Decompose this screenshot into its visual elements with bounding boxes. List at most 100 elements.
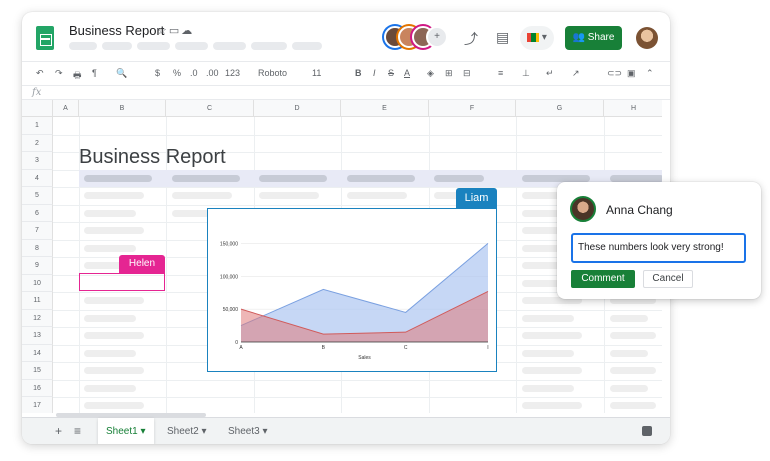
- percent-button[interactable]: %: [173, 68, 181, 78]
- account-avatar[interactable]: [636, 27, 658, 49]
- menu-edit[interactable]: [102, 42, 132, 50]
- cell-placeholder: [84, 244, 136, 252]
- more-collaborators-icon[interactable]: +: [426, 26, 448, 48]
- zoom-icon[interactable]: 🔍: [116, 68, 127, 79]
- column-header[interactable]: A: [53, 100, 79, 117]
- cell-placeholder: [522, 314, 574, 322]
- valign-icon[interactable]: ⊥: [522, 68, 530, 79]
- row-header[interactable]: 13: [22, 327, 53, 345]
- row-header[interactable]: 2: [22, 134, 53, 152]
- tab-sheet2[interactable]: Sheet2 ▾: [159, 418, 215, 444]
- cell-placeholder: [610, 174, 662, 182]
- menu-file[interactable]: [69, 42, 97, 50]
- comment-button[interactable]: Comment: [571, 270, 635, 288]
- tab-sheet1[interactable]: Sheet1 ▾: [98, 418, 154, 444]
- row-header[interactable]: 16: [22, 379, 53, 397]
- menu-tools[interactable]: [292, 42, 322, 50]
- redo-icon[interactable]: ↷: [55, 68, 63, 79]
- print-icon[interactable]: 🖶: [73, 68, 82, 84]
- cloud-status-icon[interactable]: ☁: [181, 25, 194, 37]
- cell-placeholder: [522, 384, 574, 392]
- chevron-down-icon: ▾: [140, 426, 146, 437]
- folder-move-icon[interactable]: ▭: [169, 25, 181, 37]
- bold-button[interactable]: B: [355, 68, 362, 78]
- rotate-icon[interactable]: ↗: [572, 68, 580, 79]
- comment-input[interactable]: These numbers look very strong!: [571, 233, 746, 263]
- fill-color-icon[interactable]: ◈: [427, 68, 434, 79]
- column-header[interactable]: G: [516, 100, 604, 117]
- row-header[interactable]: 4: [22, 169, 53, 187]
- row-header[interactable]: 9: [22, 257, 53, 275]
- column-header[interactable]: C: [166, 100, 254, 117]
- number-format-button[interactable]: 123: [225, 68, 240, 78]
- comments-icon[interactable]: ▤: [496, 29, 509, 46]
- column-header[interactable]: B: [79, 100, 166, 117]
- collapse-toolbar-icon[interactable]: ⌃: [646, 68, 654, 79]
- cell-placeholder: [610, 367, 656, 374]
- row-header[interactable]: 14: [22, 344, 53, 362]
- strikethrough-button[interactable]: S: [388, 68, 394, 78]
- menu-view[interactable]: [137, 42, 170, 50]
- tab-sheet3[interactable]: Sheet3 ▾: [220, 418, 276, 444]
- y-tick-label: 50,000: [223, 307, 239, 313]
- cell-placeholder: [84, 297, 144, 304]
- row-header[interactable]: 5: [22, 187, 53, 205]
- borders-icon[interactable]: ⊞: [445, 68, 453, 79]
- all-sheets-icon[interactable]: ≡: [74, 424, 81, 438]
- select-all-corner[interactable]: [22, 100, 53, 117]
- embedded-chart[interactable]: 0 50,000 100,000 150,000 A B C I Sales: [207, 208, 497, 372]
- currency-button[interactable]: $: [155, 68, 160, 78]
- decrease-decimal-button[interactable]: .0: [190, 68, 198, 78]
- explore-icon[interactable]: [642, 426, 652, 436]
- row-header[interactable]: 11: [22, 292, 53, 310]
- formula-bar[interactable]: fx: [22, 85, 670, 100]
- column-header[interactable]: F: [429, 100, 516, 117]
- star-icon[interactable]: ☆: [157, 25, 169, 37]
- cancel-button[interactable]: Cancel: [643, 270, 693, 288]
- x-tick-label: C: [404, 345, 408, 351]
- align-icon[interactable]: ≡: [498, 68, 503, 78]
- increase-decimal-button[interactable]: .00: [206, 68, 219, 78]
- menu-format[interactable]: [213, 42, 246, 50]
- row-header[interactable]: 6: [22, 204, 53, 222]
- collaborator-tag-liam: Liam: [456, 188, 497, 208]
- title-icons: ☆▭☁: [157, 24, 194, 37]
- font-size-select[interactable]: 11: [312, 68, 321, 78]
- column-header[interactable]: D: [254, 100, 341, 117]
- cell-placeholder: [610, 384, 648, 392]
- row-header[interactable]: 8: [22, 239, 53, 257]
- menu-data[interactable]: [251, 42, 287, 50]
- row-header[interactable]: 15: [22, 362, 53, 380]
- sheet-tab-label: Sheet2: [167, 426, 199, 437]
- share-button[interactable]: 👥 Share: [565, 26, 622, 50]
- row-header[interactable]: 17: [22, 397, 53, 413]
- row-header[interactable]: 7: [22, 222, 53, 240]
- column-header[interactable]: E: [341, 100, 429, 117]
- menu-insert[interactable]: [175, 42, 208, 50]
- add-sheet-icon[interactable]: +: [55, 424, 62, 438]
- cell-placeholder: [84, 367, 144, 374]
- link-icon[interactable]: ⊂⊃: [607, 68, 622, 79]
- wrap-icon[interactable]: ↵: [546, 68, 554, 79]
- cell-placeholder: [522, 402, 582, 409]
- undo-icon[interactable]: ↶: [36, 68, 44, 79]
- cell-placeholder: [610, 314, 648, 322]
- insert-comment-icon[interactable]: ▣: [627, 68, 636, 79]
- row-header[interactable]: 1: [22, 117, 53, 135]
- font-select[interactable]: Roboto: [258, 68, 287, 78]
- cell-placeholder: [84, 174, 152, 182]
- doc-title[interactable]: Business Report: [69, 23, 164, 38]
- column-header[interactable]: H: [604, 100, 662, 117]
- sheets-logo-icon[interactable]: [36, 26, 54, 50]
- activity-trend-icon[interactable]: ⤴: [464, 29, 478, 49]
- x-tick-label: B: [322, 345, 326, 351]
- italic-button[interactable]: I: [373, 68, 376, 78]
- row-header[interactable]: 10: [22, 274, 53, 292]
- row-header[interactable]: 12: [22, 309, 53, 327]
- merge-cells-icon[interactable]: ⊟: [463, 68, 471, 79]
- row-header[interactable]: 3: [22, 152, 53, 170]
- paint-format-icon[interactable]: ¶: [92, 68, 97, 78]
- meet-button[interactable]: ▾: [520, 26, 554, 50]
- x-tick-label: A: [239, 345, 243, 351]
- text-color-button[interactable]: A: [404, 68, 410, 78]
